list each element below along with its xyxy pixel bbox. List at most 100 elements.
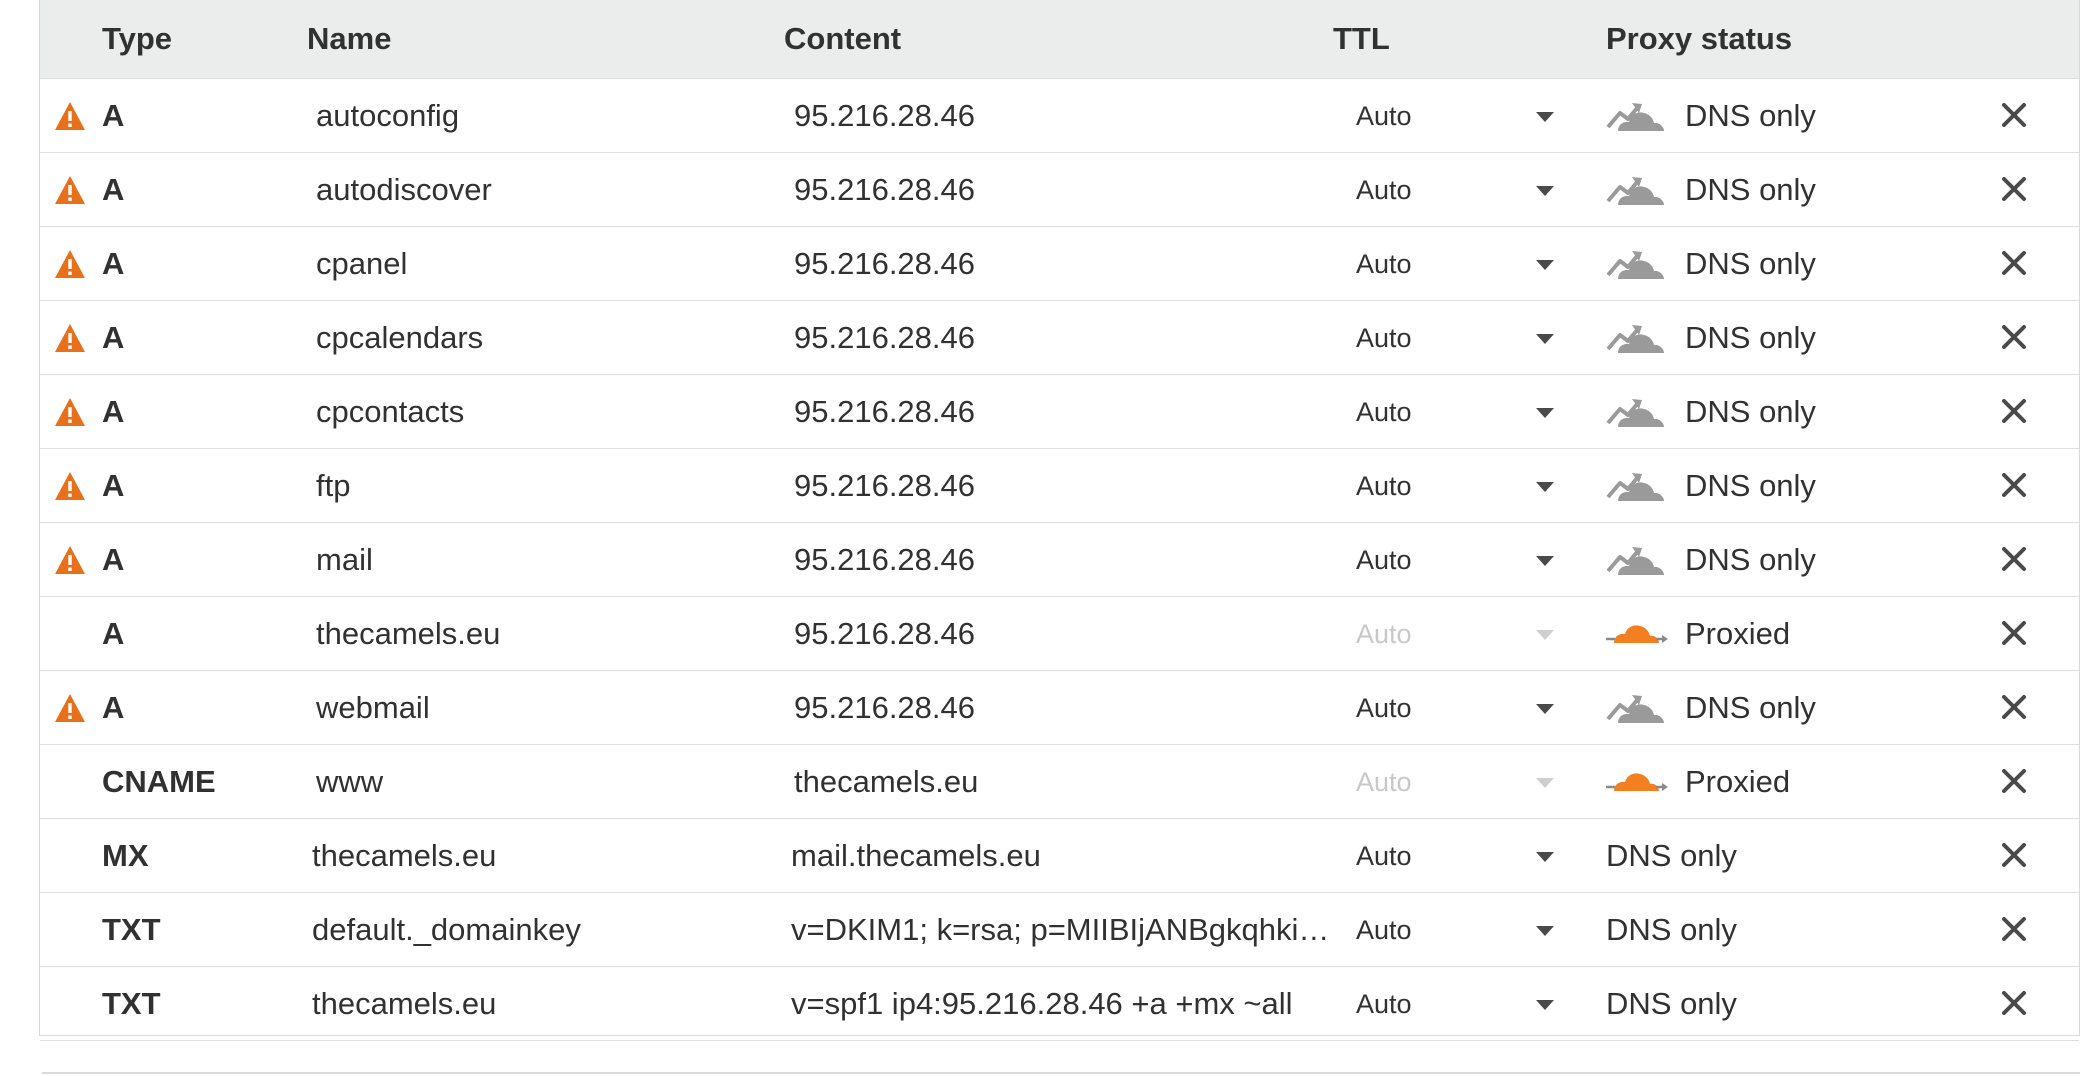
table-row[interactable]: Aautodiscover 95.216.28.46 Auto DNS only bbox=[40, 153, 2079, 227]
chevron-down-icon[interactable] bbox=[1536, 704, 1554, 714]
column-header-proxy-status[interactable]: Proxy status bbox=[1606, 0, 1792, 78]
dns-only-cloud-icon[interactable] bbox=[1606, 463, 1668, 507]
record-type: A bbox=[102, 690, 125, 725]
record-content[interactable]: 95.216.28.46 bbox=[794, 79, 975, 153]
record-name[interactable]: thecamels.eu bbox=[312, 819, 496, 893]
column-header-name[interactable]: Name bbox=[307, 0, 391, 78]
chevron-down-icon[interactable] bbox=[1536, 926, 1554, 936]
dns-only-cloud-icon[interactable] bbox=[1606, 537, 1668, 581]
ttl-select-value[interactable]: Auto bbox=[1356, 893, 1412, 967]
record-content[interactable]: mail.thecamels.eu bbox=[791, 819, 1041, 893]
table-row[interactable]: Amail 95.216.28.46 Auto DNS only bbox=[40, 523, 2079, 597]
warning-icon[interactable] bbox=[54, 545, 86, 575]
dns-only-cloud-icon[interactable] bbox=[1606, 389, 1668, 433]
chevron-down-icon[interactable] bbox=[1536, 1000, 1554, 1010]
chevron-down-icon[interactable] bbox=[1536, 482, 1554, 492]
close-icon[interactable] bbox=[2001, 398, 2027, 424]
record-name[interactable]: cpanel bbox=[316, 227, 407, 301]
record-name[interactable]: mail bbox=[316, 523, 373, 597]
chevron-down-icon[interactable] bbox=[1536, 852, 1554, 862]
record-name[interactable]: default._domainkey bbox=[312, 893, 581, 967]
chevron-down-icon[interactable] bbox=[1536, 408, 1554, 418]
table-row[interactable]: MX thecamels.eu mail.thecamels.eu Auto DNS o… bbox=[40, 819, 2079, 893]
dns-only-cloud-icon[interactable] bbox=[1606, 315, 1668, 359]
dns-only-cloud-icon[interactable] bbox=[1606, 241, 1668, 285]
close-icon[interactable] bbox=[2001, 694, 2027, 720]
chevron-down-icon[interactable] bbox=[1536, 556, 1554, 566]
record-content[interactable]: v=spf1 ip4:95.216.28.46 +a +mx ~all bbox=[791, 967, 1293, 1041]
table-row[interactable]: Aftp 95.216.28.46 Auto DNS only bbox=[40, 449, 2079, 523]
close-icon[interactable] bbox=[2001, 990, 2027, 1016]
record-content[interactable]: thecamels.eu bbox=[794, 745, 978, 819]
table-row[interactable]: TXT default._domainkey v=DKIM1; k=rsa; p=M… bbox=[40, 893, 2079, 967]
ttl-select-value[interactable]: Auto bbox=[1356, 301, 1412, 375]
record-content[interactable]: v=DKIM1; k=rsa; p=MIIBIjANBgkqhki… bbox=[791, 893, 1329, 967]
warning-icon[interactable] bbox=[54, 249, 86, 279]
dns-only-cloud-icon[interactable] bbox=[1606, 685, 1668, 729]
record-name[interactable]: autodiscover bbox=[316, 153, 492, 227]
table-row[interactable]: TXT thecamels.eu v=spf1 ip4:95.216.28.46 +… bbox=[40, 967, 2079, 1041]
column-header-type[interactable]: Type bbox=[102, 0, 172, 78]
ttl-select-value[interactable]: Auto bbox=[1356, 449, 1412, 523]
record-name[interactable]: autoconfig bbox=[316, 79, 459, 153]
close-icon[interactable] bbox=[2001, 842, 2027, 868]
ttl-select-value[interactable]: Auto bbox=[1356, 153, 1412, 227]
ttl-select-value[interactable]: Auto bbox=[1356, 375, 1412, 449]
warning-icon[interactable] bbox=[54, 397, 86, 427]
ttl-select-value[interactable]: Auto bbox=[1356, 523, 1412, 597]
dns-only-cloud-icon[interactable] bbox=[1606, 167, 1668, 211]
proxied-cloud-icon[interactable] bbox=[1606, 759, 1668, 803]
chevron-down-icon[interactable] bbox=[1536, 260, 1554, 270]
record-content[interactable]: 95.216.28.46 bbox=[794, 671, 975, 745]
chevron-down-icon[interactable] bbox=[1536, 112, 1554, 122]
close-icon[interactable] bbox=[2001, 324, 2027, 350]
ttl-select-value[interactable]: Auto bbox=[1356, 79, 1412, 153]
chevron-down-icon[interactable] bbox=[1536, 186, 1554, 196]
close-icon[interactable] bbox=[2001, 176, 2027, 202]
table-row[interactable]: CNAME www thecamels.eu Auto Proxied bbox=[40, 745, 2079, 819]
close-icon[interactable] bbox=[2001, 546, 2027, 572]
ttl-select-value[interactable]: Auto bbox=[1356, 227, 1412, 301]
dns-only-cloud-icon[interactable] bbox=[1606, 93, 1668, 137]
record-content[interactable]: 95.216.28.46 bbox=[794, 227, 975, 301]
table-row[interactable]: Acpcalendars 95.216.28.46 Auto DNS only bbox=[40, 301, 2079, 375]
record-content[interactable]: 95.216.28.46 bbox=[794, 449, 975, 523]
record-name[interactable]: www bbox=[316, 745, 383, 819]
close-icon[interactable] bbox=[2001, 916, 2027, 942]
chevron-down-icon[interactable] bbox=[1536, 334, 1554, 344]
warning-icon[interactable] bbox=[54, 323, 86, 353]
close-icon[interactable] bbox=[2001, 620, 2027, 646]
record-name[interactable]: cpcontacts bbox=[316, 375, 464, 449]
close-icon[interactable] bbox=[2001, 102, 2027, 128]
warning-icon[interactable] bbox=[54, 471, 86, 501]
record-name[interactable]: thecamels.eu bbox=[312, 967, 496, 1041]
ttl-select-value[interactable]: Auto bbox=[1356, 671, 1412, 745]
close-icon[interactable] bbox=[2001, 768, 2027, 794]
record-name[interactable]: webmail bbox=[316, 671, 430, 745]
record-name[interactable]: thecamels.eu bbox=[316, 597, 500, 671]
ttl-select-value[interactable]: Auto bbox=[1356, 967, 1412, 1041]
close-icon[interactable] bbox=[2001, 472, 2027, 498]
table-row[interactable]: Aautoconfig 95.216.28.46 Auto DNS only bbox=[40, 79, 2079, 153]
record-content[interactable]: 95.216.28.46 bbox=[794, 301, 975, 375]
close-icon[interactable] bbox=[2001, 250, 2027, 276]
record-name[interactable]: ftp bbox=[316, 449, 350, 523]
record-content[interactable]: 95.216.28.46 bbox=[794, 597, 975, 671]
column-header-content[interactable]: Content bbox=[784, 0, 901, 78]
proxied-cloud-icon[interactable] bbox=[1606, 611, 1668, 655]
table-header: Type Name Content TTL Proxy status bbox=[40, 0, 2079, 79]
record-content[interactable]: 95.216.28.46 bbox=[794, 375, 975, 449]
ttl-select-value[interactable]: Auto bbox=[1356, 819, 1412, 893]
record-content[interactable]: 95.216.28.46 bbox=[794, 523, 975, 597]
warning-icon[interactable] bbox=[54, 101, 86, 131]
table-row[interactable]: Athecamels.eu 95.216.28.46 Auto Proxied bbox=[40, 597, 2079, 671]
record-name[interactable]: cpcalendars bbox=[316, 301, 483, 375]
table-row[interactable]: Acpanel 95.216.28.46 Auto DNS only bbox=[40, 227, 2079, 301]
table-row[interactable]: Awebmail 95.216.28.46 Auto DNS only bbox=[40, 671, 2079, 745]
ttl-select-value: Auto bbox=[1356, 767, 1412, 797]
warning-icon[interactable] bbox=[54, 175, 86, 205]
column-header-ttl[interactable]: TTL bbox=[1333, 0, 1390, 78]
warning-icon[interactable] bbox=[54, 693, 86, 723]
record-content[interactable]: 95.216.28.46 bbox=[794, 153, 975, 227]
table-row[interactable]: Acpcontacts 95.216.28.46 Auto DNS only bbox=[40, 375, 2079, 449]
